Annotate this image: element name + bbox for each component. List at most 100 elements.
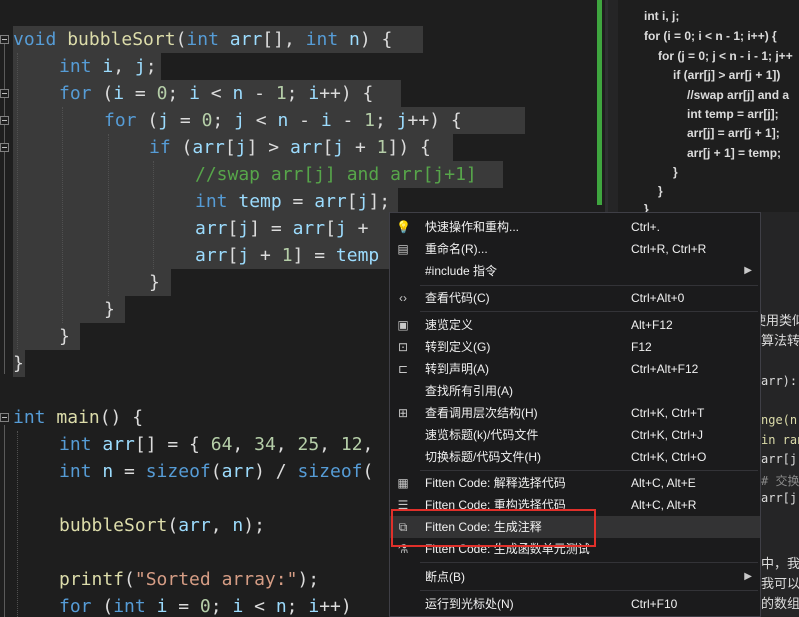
menu-item-breakpoint[interactable]: 断点(B) ▶ [390, 566, 760, 588]
token: n [232, 83, 244, 104]
token: ( [170, 137, 193, 158]
fold-toggle[interactable] [0, 35, 9, 44]
token: ; [375, 110, 397, 131]
menu-item-include-directive[interactable]: #include 指令 ▶ [390, 260, 760, 282]
token: int [305, 29, 339, 50]
token: j [158, 110, 170, 131]
code-line-12: } [59, 323, 70, 350]
token: ( [136, 110, 159, 131]
menu-item-find-all-references[interactable]: 查找所有引用(A) [390, 380, 760, 402]
fold-toggle[interactable] [0, 116, 9, 125]
token: [ [227, 245, 239, 266]
token: arr [178, 515, 211, 536]
token: i [232, 596, 244, 617]
token: 1 [376, 137, 388, 158]
menu-separator [420, 590, 758, 591]
code-line-9: arr[j + 1] = temp [195, 242, 379, 269]
token: , [275, 434, 298, 455]
response-code: arr): [761, 374, 798, 388]
menu-item-view-code[interactable]: ‹› 查看代码(C) Ctrl+Alt+0 [390, 287, 760, 309]
token: ; [145, 56, 157, 77]
fold-toggle[interactable] [0, 413, 9, 422]
token: printf [59, 569, 125, 590]
code-line-main-2: int arr[] = { 64, 34, 25, 12, [59, 431, 373, 458]
token: 12 [340, 434, 363, 455]
token: = [169, 110, 202, 131]
menu-item-goto-definition[interactable]: ⊡ 转到定义(G) F12 [390, 336, 760, 358]
fold-toggle[interactable] [0, 89, 9, 98]
fitten-explain-icon: ▦ [397, 476, 409, 490]
fold-toggle[interactable] [0, 143, 9, 152]
token: ] = [292, 245, 336, 266]
snippet-line: arr[j] = arr[j + 1]; [687, 126, 780, 140]
menu-item-rename[interactable]: ▤ 重命名(R)... Ctrl+R, Ctrl+R [390, 238, 760, 260]
snippet-line: int i, j; [644, 9, 680, 23]
menu-item-fitten-explain[interactable]: ▦ Fitten Code: 解释选择代码 Alt+C, Alt+E [390, 472, 760, 494]
token: , [232, 434, 255, 455]
token: j [333, 137, 345, 158]
token: ] = [249, 218, 293, 239]
code-line-1: void bubbleSort(int arr[], int n) { [13, 26, 392, 53]
code-line-2: int i, j; [59, 53, 157, 80]
token: < [244, 110, 278, 131]
menu-item-toggle-header[interactable]: 切换标题/代码文件(H) Ctrl+K, Ctrl+O [390, 446, 760, 468]
code-line-main-6: for (int i = 0; i < n; i++) [59, 593, 352, 617]
token: "Sorted array:" [134, 569, 298, 590]
menu-item-call-hierarchy[interactable]: ⊞ 查看调用层次结构(H) Ctrl+K, Ctrl+T [390, 402, 760, 424]
token: j [235, 137, 247, 158]
indent-guide [62, 107, 63, 323]
comment: //swap arr[j] and arr[j+1] [195, 164, 477, 185]
menu-item-shortcut: Ctrl+F10 [631, 597, 678, 611]
peek-icon: ▣ [397, 318, 409, 332]
token: j [238, 245, 250, 266]
menu-item-shortcut: Ctrl+K, Ctrl+O [631, 450, 707, 464]
token: , [210, 515, 233, 536]
token: [], [262, 29, 306, 50]
menu-item-quick-actions[interactable]: 💡 快速操作和重构... Ctrl+. [390, 216, 760, 238]
token: i [308, 596, 320, 617]
token: < [199, 83, 233, 104]
token: 1 [281, 245, 293, 266]
token: int [113, 596, 146, 617]
token: ( [91, 596, 114, 617]
menu-item-shortcut: Ctrl+. [631, 220, 661, 234]
token: ++) [319, 596, 352, 617]
menu-item-label: 速览定义 [425, 318, 474, 332]
token: j [357, 191, 369, 212]
token: [ [346, 191, 358, 212]
token: ) { [359, 29, 393, 50]
menu-item-run-to-cursor[interactable]: 运行到光标处(N) Ctrl+F10 [390, 593, 760, 615]
token: = [281, 191, 315, 212]
token: ; [212, 110, 235, 131]
token: [ [322, 137, 334, 158]
token: temp [335, 245, 380, 266]
snippet-line: arr[j + 1] = temp; [687, 146, 782, 160]
code-line-5: if (arr[j] > arr[j + 1]) { [149, 134, 431, 161]
snippet-line: } [658, 184, 663, 198]
menu-item-label: 查看调用层次结构(H) [425, 406, 538, 420]
token: ]; [368, 191, 391, 212]
token: ( [175, 29, 187, 50]
menu-item-label: 查找所有引用(A) [425, 384, 513, 398]
token: arr [314, 191, 347, 212]
token: , [319, 434, 341, 455]
menu-item-label: 快速操作和重构... [425, 220, 520, 234]
response-text: 算法转 [761, 333, 799, 348]
token: main [56, 407, 100, 428]
menu-item-goto-declaration[interactable]: ⊏ 转到声明(A) Ctrl+Alt+F12 [390, 358, 760, 380]
token: ; [210, 596, 233, 617]
highlight-annotation-box [391, 509, 596, 547]
token: j [234, 110, 245, 131]
token: for [59, 83, 92, 104]
token: ; [286, 596, 309, 617]
token: i [113, 83, 125, 104]
snippet-line: for (i = 0; i < n - 1; i++) { [644, 29, 777, 43]
token: 34 [254, 434, 276, 455]
token: bubbleSort [59, 515, 168, 536]
token: , [113, 56, 135, 77]
run-to-cursor-icon [396, 597, 410, 611]
code-line-11: } [104, 296, 115, 323]
menu-item-label: 断点(B) [425, 570, 465, 584]
menu-item-peek-definition[interactable]: ▣ 速览定义 Alt+F12 [390, 314, 760, 336]
menu-item-peek-header[interactable]: 速览标题(k)/代码文件 Ctrl+K, Ctrl+J [390, 424, 760, 446]
